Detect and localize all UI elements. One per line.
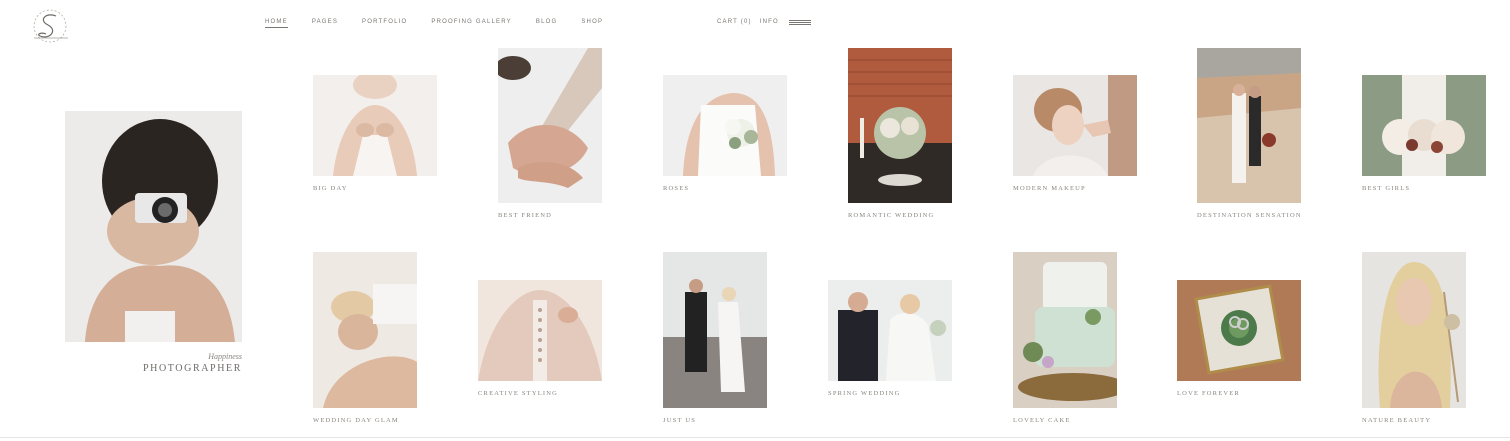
nav-shop[interactable]: SHOP (581, 19, 603, 28)
site-logo[interactable] (28, 6, 72, 46)
nav-home[interactable]: HOME (265, 19, 288, 28)
gallery-caption: JUST US (663, 417, 697, 424)
nav-pages[interactable]: PAGES (312, 19, 338, 28)
hero-title: PHOTOGRAPHER (142, 363, 242, 374)
gallery-caption: MODERN MAKEUP (1013, 185, 1086, 192)
gallery-caption: NATURE BEAUTY (1362, 417, 1432, 424)
gallery-image (313, 75, 437, 176)
gallery-caption: DESTINATION SENSATION (1197, 212, 1302, 219)
gallery-image (498, 48, 602, 203)
gallery-image (848, 48, 952, 203)
gallery-image (478, 280, 602, 381)
gallery-caption: BIG DAY (313, 185, 348, 192)
gallery-caption: SPRING WEDDING (828, 390, 901, 397)
hero-tagline: Happiness (208, 352, 242, 361)
gallery-image (1013, 75, 1137, 176)
cart-link[interactable]: CART (0) (717, 19, 752, 25)
gallery-caption: CREATIVE STYLING (478, 390, 559, 397)
nav-blog[interactable]: BLOG (536, 19, 557, 28)
gallery-image (828, 280, 952, 381)
gallery-caption: BEST GIRLS (1362, 185, 1411, 192)
gallery-image (1197, 48, 1301, 203)
nav-proofing-gallery[interactable]: PROOFING GALLERY (431, 19, 511, 28)
gallery-image (1177, 280, 1301, 381)
gallery-image (663, 75, 787, 176)
page-divider (0, 437, 1510, 438)
main-nav: HOME PAGES PORTFOLIO PROOFING GALLERY BL… (265, 19, 627, 28)
gallery-image (1362, 252, 1466, 408)
gallery-image (1362, 75, 1486, 176)
gallery-image (1013, 252, 1117, 408)
gallery-image (313, 252, 417, 408)
gallery-caption: LOVELY CAKE (1013, 417, 1071, 424)
nav-portfolio[interactable]: PORTFOLIO (362, 19, 407, 28)
menu-icon[interactable] (788, 19, 811, 25)
info-link[interactable]: INFO (760, 19, 779, 25)
gallery-image (663, 252, 767, 408)
gallery-caption: BEST FRIEND (498, 212, 553, 219)
gallery-caption: ROSES (663, 185, 690, 192)
header-utilities: CART (0) INFO (717, 19, 811, 25)
gallery-caption: WEDDING DAY GLAM (313, 417, 399, 424)
gallery-caption: LOVE FOREVER (1177, 390, 1240, 397)
gallery-caption: ROMANTIC WEDDING (848, 212, 935, 219)
hero-photo (65, 111, 242, 342)
